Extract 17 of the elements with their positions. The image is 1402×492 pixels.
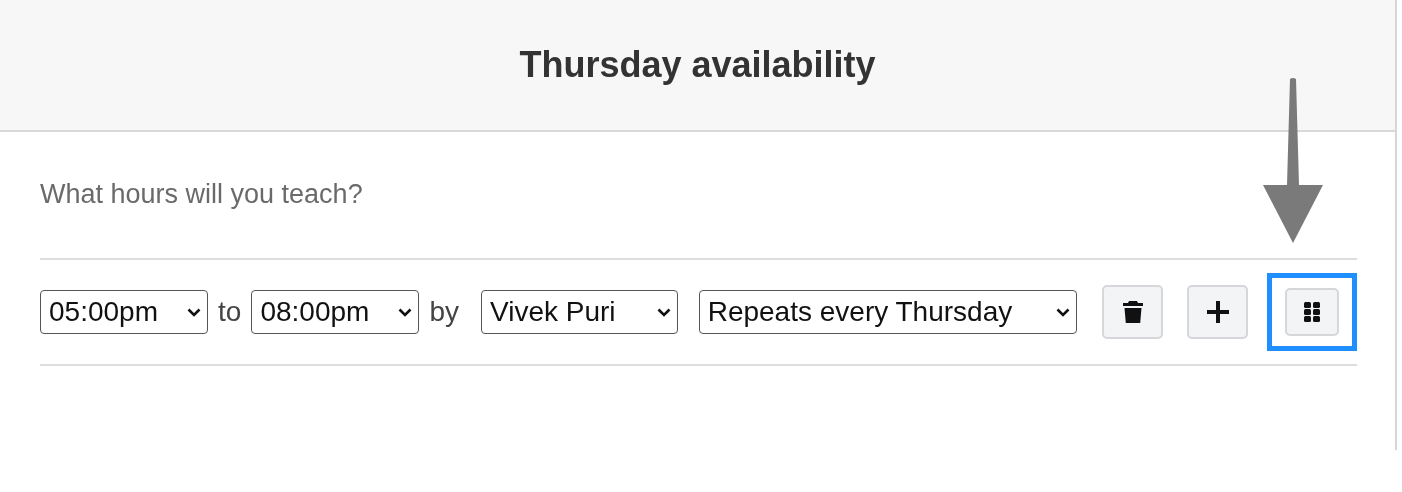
to-label: to	[218, 296, 242, 328]
chevron-icon	[187, 307, 202, 317]
chevron-icon	[1056, 307, 1070, 317]
grip-icon	[1304, 302, 1320, 322]
plus-icon	[1206, 301, 1229, 323]
drag-handle-button[interactable]	[1285, 288, 1339, 336]
chevron-icon	[656, 307, 671, 317]
delete-button[interactable]	[1102, 285, 1163, 339]
chevron-icon	[398, 307, 413, 317]
start-time-select[interactable]: 05:00pm	[40, 290, 209, 334]
end-time-select[interactable]: 08:00pm	[251, 290, 420, 334]
dialog-title: Thursday availability	[519, 44, 876, 86]
repeat-select[interactable]: Repeats every Thursday	[698, 290, 1077, 334]
by-label: by	[429, 296, 459, 328]
add-button[interactable]	[1187, 285, 1248, 339]
trash-icon	[1122, 300, 1143, 324]
teacher-select[interactable]: Vivek Puri	[481, 290, 678, 334]
